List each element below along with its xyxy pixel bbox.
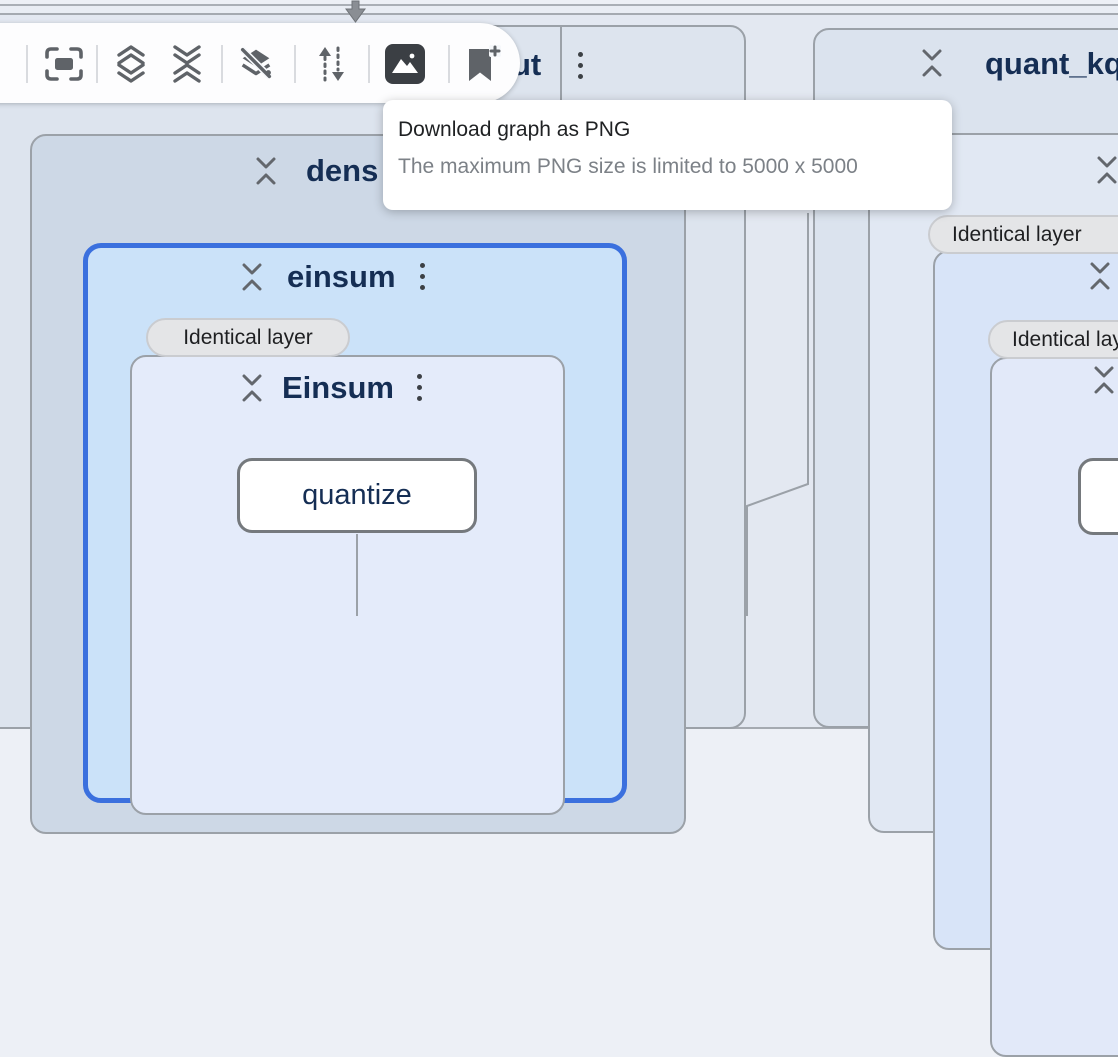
collapse-layer-icon[interactable] (1096, 155, 1118, 185)
fit-screen-icon (44, 45, 84, 83)
layer-menu-icon[interactable] (577, 52, 583, 79)
layers-off-icon (235, 43, 277, 85)
layer-title-einsum: einsum (287, 259, 396, 295)
toolbar-separator (96, 45, 98, 83)
add-bookmark-button[interactable] (462, 43, 504, 85)
toolbar-separator (221, 45, 223, 83)
collapse-layer-icon[interactable] (1089, 261, 1111, 291)
toolbar-separator (368, 45, 370, 83)
collapse-layer-icon[interactable] (241, 262, 263, 292)
hide-identical-layers-button[interactable] (235, 43, 277, 85)
layer-menu-icon[interactable] (419, 263, 425, 290)
expand-all-icon (112, 43, 150, 85)
toolbar-separator (448, 45, 450, 83)
download-png-button[interactable] (384, 43, 426, 85)
layer-title-quant-kq: quant_kq_ (985, 46, 1118, 82)
fit-to-screen-button[interactable] (43, 43, 85, 85)
collapse-layer-icon[interactable] (241, 373, 263, 403)
graph-toolbar (0, 23, 520, 103)
model-explorer-canvas: { "toolbar": { "buttons": [ {"name": "vi… (0, 0, 1118, 616)
collapse-layer-icon[interactable] (1093, 365, 1115, 395)
tooltip-title: Download graph as PNG (398, 118, 952, 142)
image-icon (384, 43, 426, 85)
expand-all-layers-button[interactable] (110, 43, 152, 85)
collapse-layer-icon[interactable] (255, 156, 277, 186)
mouse-cursor (342, 0, 370, 24)
layer-title-einsum-inner: Einsum (282, 370, 394, 406)
download-png-tooltip: Download graph as PNG The maximum PNG si… (383, 100, 952, 210)
toolbar-separator (26, 45, 28, 83)
eye-icon (0, 44, 4, 84)
layer-menu-icon[interactable] (416, 374, 422, 401)
collapse-all-icon (168, 43, 206, 85)
collapse-all-layers-button[interactable] (166, 43, 208, 85)
layer-title-dens: dens (306, 153, 378, 189)
toolbar-separator (294, 45, 296, 83)
collapse-layer-icon[interactable] (921, 48, 943, 78)
tooltip-subtitle: The maximum PNG size is limited to 5000 … (398, 155, 952, 179)
visibility-button[interactable] (0, 43, 4, 85)
vertical-arrows-icon (311, 44, 351, 84)
flatten-layers-button[interactable] (310, 43, 352, 85)
bookmark-plus-icon (463, 43, 503, 85)
